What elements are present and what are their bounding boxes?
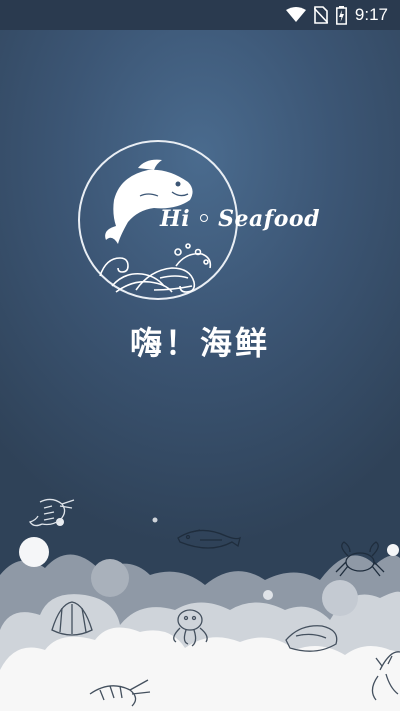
logo-dot	[200, 214, 209, 222]
logo-text-seafood: Seafood	[218, 206, 320, 232]
seafood-illustration	[0, 498, 400, 711]
logo-text-hi: Hi	[160, 206, 191, 232]
logo-waves-icon	[99, 243, 212, 293]
wifi-icon	[285, 7, 306, 23]
bubble-icon	[91, 559, 129, 597]
bubble-icon	[387, 544, 399, 556]
logo-wordmark: Hi Seafood	[160, 206, 320, 232]
no-sim-icon	[313, 6, 328, 24]
bubble-icon	[152, 517, 158, 523]
logo: Hi Seafood	[76, 140, 326, 300]
bubble-icon	[19, 537, 49, 567]
status-time: 9:17	[354, 5, 388, 24]
battery-charging-icon	[335, 5, 347, 25]
fish-icon	[177, 529, 241, 549]
brand-name: 嗨！海鲜	[129, 324, 270, 362]
shrimp-icon	[28, 498, 75, 527]
bubble-icon	[322, 580, 358, 616]
status-bar: 9:17	[0, 0, 400, 30]
bubble-icon	[263, 590, 273, 600]
